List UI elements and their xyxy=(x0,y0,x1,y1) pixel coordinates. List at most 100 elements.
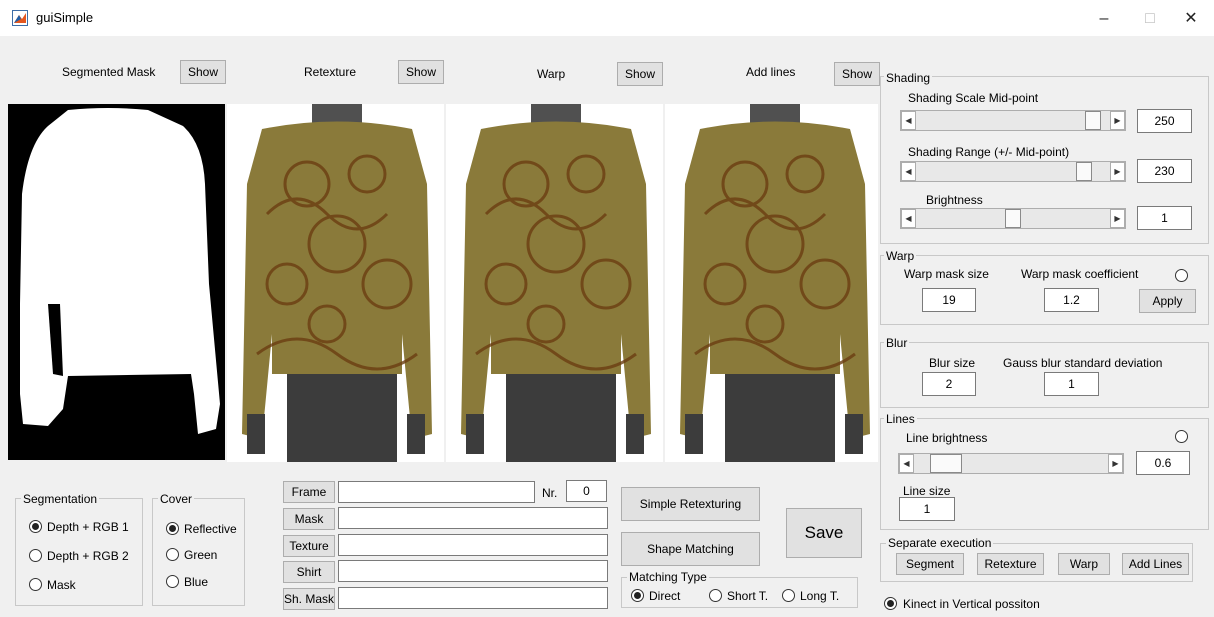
matching-direct-radio[interactable] xyxy=(631,589,644,602)
matlab-icon xyxy=(12,10,28,26)
line-brightness-field[interactable]: 0.6 xyxy=(1136,451,1190,475)
cover-blue-label: Blue xyxy=(184,575,209,589)
frame-path-field[interactable] xyxy=(338,481,535,503)
slider-right-arrow[interactable]: ▶ xyxy=(1108,454,1123,473)
segmentation-title: Segmentation xyxy=(21,492,100,506)
matching-long-label: Long T. xyxy=(800,589,840,603)
kinect-vertical-radio[interactable] xyxy=(884,597,897,610)
shape-matching-button[interactable]: Shape Matching xyxy=(621,532,760,566)
matching-type-title: Matching Type xyxy=(627,570,709,584)
shading-range-field[interactable]: 230 xyxy=(1137,159,1192,183)
texture-button[interactable]: Texture xyxy=(283,535,335,557)
blur-size-label: Blur size xyxy=(929,356,976,370)
simple-retexturing-button[interactable]: Simple Retexturing xyxy=(621,487,760,521)
sh-mask-button[interactable]: Sh. Mask xyxy=(283,588,335,610)
apply-button[interactable]: Apply xyxy=(1139,289,1196,313)
warp-mask-coef-field[interactable]: 1.2 xyxy=(1044,288,1099,312)
retexture-label: Retexture xyxy=(304,65,357,79)
shading-midpoint-slider[interactable]: ◀ ▶ xyxy=(900,110,1126,131)
segmentation-depth-rgb2-label: Depth + RGB 2 xyxy=(47,549,129,563)
slider-thumb[interactable] xyxy=(930,454,963,473)
slider-left-arrow[interactable]: ◀ xyxy=(901,209,916,228)
slider-thumb[interactable] xyxy=(1085,111,1102,130)
window-title: guiSimple xyxy=(36,10,94,25)
mask-button[interactable]: Mask xyxy=(283,508,335,530)
cover-green-label: Green xyxy=(184,548,218,562)
show-warp-button[interactable]: Show xyxy=(617,62,663,86)
show-retexture-button[interactable]: Show xyxy=(398,60,444,84)
kinect-vertical-label: Kinect in Vertical possiton xyxy=(903,597,1040,611)
line-brightness-slider[interactable]: ◀ ▶ xyxy=(898,453,1124,474)
warp-view-label: Warp xyxy=(537,67,566,81)
brightness-field[interactable]: 1 xyxy=(1137,206,1192,230)
close-button[interactable]: ✕ xyxy=(1168,6,1214,32)
segmentation-mask-label: Mask xyxy=(47,578,76,592)
brightness-label: Brightness xyxy=(926,193,983,207)
shirt-path-field[interactable] xyxy=(338,560,608,582)
segmentation-mask-radio[interactable] xyxy=(29,578,42,591)
title-bar xyxy=(0,0,1214,36)
segmented-mask-label: Segmented Mask xyxy=(62,65,156,79)
cover-reflective-label: Reflective xyxy=(184,522,237,536)
segmentation-depth-rgb2-radio[interactable] xyxy=(29,549,42,562)
add-lines-image xyxy=(665,104,878,462)
shading-range-label: Shading Range (+/- Mid-point) xyxy=(908,145,1070,159)
slider-left-arrow[interactable]: ◀ xyxy=(899,454,914,473)
matching-direct-label: Direct xyxy=(649,589,681,603)
lines-toggle-radio[interactable] xyxy=(1175,430,1188,443)
segmented-mask-image xyxy=(8,104,225,460)
segmentation-depth-rgb1-radio[interactable] xyxy=(29,520,42,533)
shirt-button[interactable]: Shirt xyxy=(283,561,335,583)
segmentation-depth-rgb1-label: Depth + RGB 1 xyxy=(47,520,129,534)
slider-left-arrow[interactable]: ◀ xyxy=(901,162,916,181)
warp-toggle-radio[interactable] xyxy=(1175,269,1188,282)
texture-path-field[interactable] xyxy=(338,534,608,556)
segment-button[interactable]: Segment xyxy=(896,553,964,575)
matching-short-radio[interactable] xyxy=(709,589,722,602)
blur-group-title: Blur xyxy=(884,336,910,350)
line-size-label: Line size xyxy=(903,484,951,498)
gauss-deviation-label: Gauss blur standard deviation xyxy=(1003,356,1163,370)
brightness-slider[interactable]: ◀ ▶ xyxy=(900,208,1126,229)
warp-mask-coef-label: Warp mask coefficient xyxy=(1021,267,1139,281)
cover-reflective-radio[interactable] xyxy=(166,522,179,535)
show-lines-button[interactable]: Show xyxy=(834,62,880,86)
gauss-deviation-field[interactable]: 1 xyxy=(1044,372,1099,396)
slider-right-arrow[interactable]: ▶ xyxy=(1110,209,1125,228)
add-lines-button[interactable]: Add Lines xyxy=(1122,553,1189,575)
line-brightness-label: Line brightness xyxy=(906,431,988,445)
nr-field[interactable]: 0 xyxy=(566,480,607,502)
save-button[interactable]: Save xyxy=(786,508,862,558)
lines-group-title: Lines xyxy=(884,412,917,426)
minimize-button[interactable]: – xyxy=(1081,6,1127,32)
slider-right-arrow[interactable]: ▶ xyxy=(1110,162,1125,181)
warp-mask-size-label: Warp mask size xyxy=(904,267,989,281)
shading-midpoint-label: Shading Scale Mid-point xyxy=(908,91,1039,105)
shading-midpoint-field[interactable]: 250 xyxy=(1137,109,1192,133)
warp-button[interactable]: Warp xyxy=(1058,553,1110,575)
shading-range-slider[interactable]: ◀ ▶ xyxy=(900,161,1126,182)
matching-short-label: Short T. xyxy=(727,589,769,603)
sh-mask-path-field[interactable] xyxy=(338,587,608,609)
cover-green-radio[interactable] xyxy=(166,548,179,561)
mask-path-field[interactable] xyxy=(338,507,608,529)
shading-group-title: Shading xyxy=(884,71,933,85)
slider-thumb[interactable] xyxy=(1005,209,1021,228)
cover-title: Cover xyxy=(158,492,195,506)
maximize-button[interactable]: □ xyxy=(1127,6,1173,32)
warp-image xyxy=(446,104,663,462)
warp-mask-size-field[interactable]: 19 xyxy=(922,288,976,312)
show-mask-button[interactable]: Show xyxy=(180,60,226,84)
separate-execution-title: Separate execution xyxy=(886,536,994,550)
slider-right-arrow[interactable]: ▶ xyxy=(1110,111,1125,130)
blur-size-field[interactable]: 2 xyxy=(922,372,976,396)
matching-long-radio[interactable] xyxy=(782,589,795,602)
frame-button[interactable]: Frame xyxy=(283,481,335,503)
nr-label: Nr. xyxy=(542,486,558,500)
slider-thumb[interactable] xyxy=(1076,162,1093,181)
retexture-image xyxy=(227,104,444,462)
cover-blue-radio[interactable] xyxy=(166,575,179,588)
line-size-field[interactable]: 1 xyxy=(899,497,955,521)
retexture-button[interactable]: Retexture xyxy=(977,553,1044,575)
slider-left-arrow[interactable]: ◀ xyxy=(901,111,916,130)
